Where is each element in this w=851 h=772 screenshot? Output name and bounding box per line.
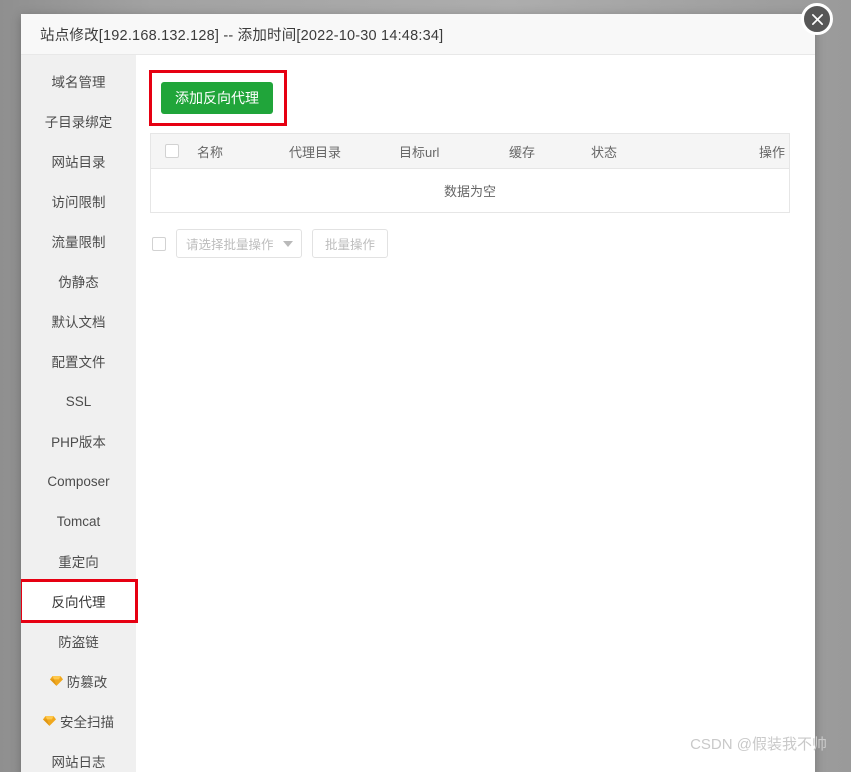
batch-action-select-value: 请选择批量操作 (186, 238, 274, 252)
sidebar-item-website-directory[interactable]: 网站目录 (21, 141, 136, 181)
column-header-status: 状态 (591, 144, 618, 160)
sidebar-item-domain-management[interactable]: 域名管理 (21, 61, 136, 101)
sidebar-item-label: 子目录绑定 (44, 115, 113, 130)
sidebar-item-subdirectory-binding[interactable]: 子目录绑定 (21, 101, 136, 141)
column-header-cache: 缓存 (509, 144, 536, 160)
sidebar-item-label: 反向代理 (51, 595, 106, 610)
batch-select-all-checkbox[interactable] (152, 236, 166, 251)
sidebar-item-php-version[interactable]: PHP版本 (21, 421, 136, 461)
empty-state-row: 数据为空 (151, 169, 789, 213)
gem-icon (43, 715, 56, 727)
sidebar-item-traffic-limit[interactable]: 流量限制 (21, 221, 136, 261)
main-content: 添加反向代理 名称 代理目录 目标url 缓存 状态 操作 数据为空 请选择批量… (136, 55, 815, 772)
sidebar-item-anti-tamper[interactable]: 防篡改 (21, 661, 136, 701)
sidebar-item-label: 防盗链 (58, 635, 99, 650)
sidebar-item-anti-leech[interactable]: 防盗链 (21, 621, 136, 661)
sidebar-item-label: 防篡改 (66, 675, 108, 690)
sidebar-item-label: 默认文档 (51, 315, 106, 330)
select-all-cell (151, 144, 193, 158)
sidebar-item-label: PHP版本 (51, 435, 106, 450)
select-all-checkbox[interactable] (165, 144, 179, 158)
sidebar-item-label: 安全扫描 (60, 715, 114, 730)
sidebar-item-label: SSL (65, 393, 92, 409)
sidebar-item-tomcat[interactable]: Tomcat (21, 501, 136, 541)
sidebar-item-default-document[interactable]: 默认文档 (21, 301, 136, 341)
sidebar-item-label: 域名管理 (51, 75, 106, 90)
sidebar-item-label: 流量限制 (51, 235, 106, 250)
sidebar: 域名管理 子目录绑定 网站目录 访问限制 流量限制 伪静态 默认文档 配置文件 (21, 55, 138, 772)
batch-action-bar: 请选择批量操作 批量操作 (152, 229, 790, 258)
close-icon (811, 13, 823, 25)
sidebar-item-security-scan[interactable]: 安全扫描 (21, 701, 136, 741)
sidebar-item-label: 网站日志 (51, 755, 106, 770)
batch-apply-button[interactable]: 批量操作 (312, 229, 389, 258)
table-header-row: 名称 代理目录 目标url 缓存 状态 操作 (151, 134, 789, 169)
add-reverse-proxy-button[interactable]: 添加反向代理 (161, 82, 273, 114)
sidebar-item-label: 网站目录 (51, 155, 106, 170)
sidebar-item-label: 重定向 (58, 555, 99, 570)
sidebar-item-access-restriction[interactable]: 访问限制 (21, 181, 136, 221)
watermark: CSDN @假装我不帅 (690, 736, 827, 753)
sidebar-item-label: Composer (47, 473, 110, 489)
add-proxy-highlight-box: 添加反向代理 (149, 70, 287, 126)
dialog-title-bar: 站点修改[192.168.132.128] -- 添加时间[2022-10-30… (21, 14, 815, 55)
sidebar-item-label: 伪静态 (58, 275, 99, 290)
gem-icon (49, 675, 63, 687)
site-edit-dialog: 站点修改[192.168.132.128] -- 添加时间[2022-10-30… (21, 14, 815, 772)
sidebar-item-website-log[interactable]: 网站日志 (21, 741, 136, 772)
column-header-proxy-directory: 代理目录 (289, 144, 342, 160)
reverse-proxy-table: 名称 代理目录 目标url 缓存 状态 操作 数据为空 (150, 133, 790, 213)
page-title: 站点修改[192.168.132.128] -- 添加时间[2022-10-30… (40, 27, 444, 44)
sidebar-item-rewrite[interactable]: 伪静态 (21, 261, 136, 301)
column-header-actions: 操作 (758, 144, 785, 160)
sidebar-item-label: 配置文件 (51, 355, 106, 370)
sidebar-item-label: Tomcat (56, 513, 101, 529)
column-header-name: 名称 (197, 144, 224, 160)
close-dialog-button[interactable] (801, 3, 833, 35)
chevron-down-icon (283, 240, 293, 247)
batch-action-select[interactable]: 请选择批量操作 (176, 229, 302, 258)
sidebar-item-reverse-proxy[interactable]: 反向代理 (21, 579, 138, 623)
column-header-target-url: 目标url (399, 144, 440, 160)
sidebar-item-composer[interactable]: Composer (21, 461, 136, 501)
sidebar-item-config-file[interactable]: 配置文件 (21, 341, 136, 381)
sidebar-item-redirect[interactable]: 重定向 (21, 541, 136, 581)
sidebar-item-ssl[interactable]: SSL (21, 381, 136, 421)
dialog-body: 域名管理 子目录绑定 网站目录 访问限制 流量限制 伪静态 默认文档 配置文件 (21, 55, 815, 772)
empty-state-text: 数据为空 (443, 184, 496, 199)
sidebar-item-label: 访问限制 (51, 195, 106, 210)
